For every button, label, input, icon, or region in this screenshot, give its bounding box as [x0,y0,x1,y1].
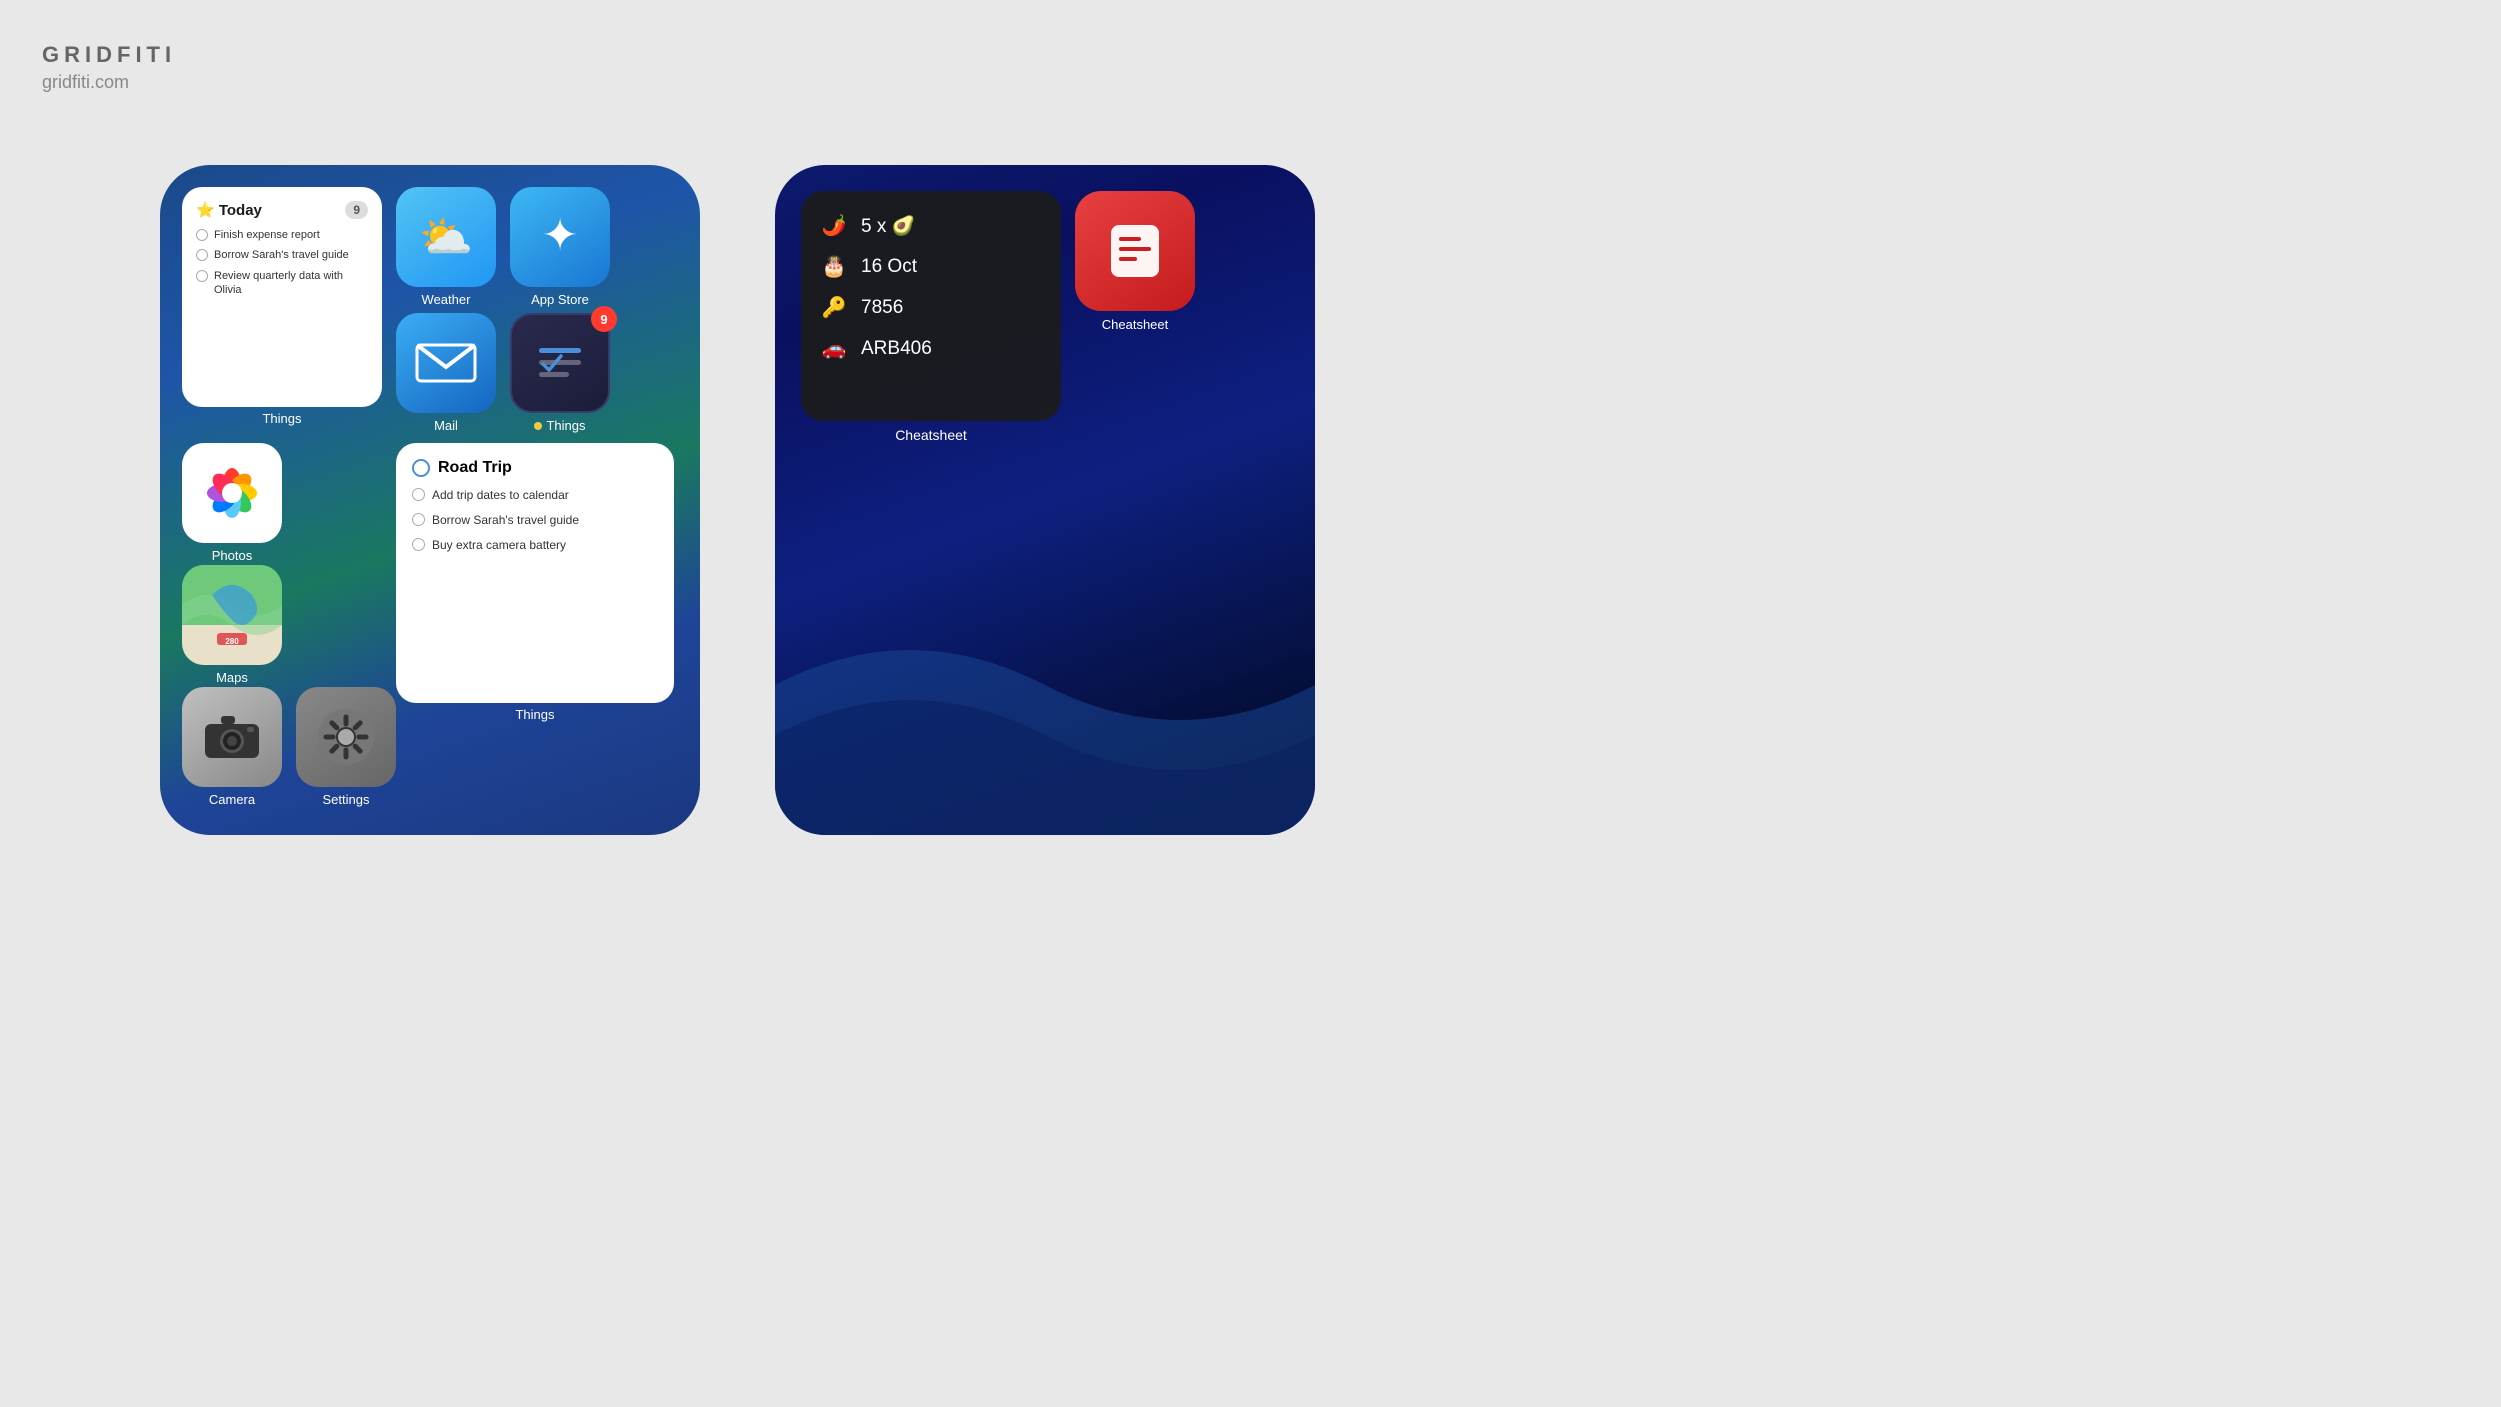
camera-app-cell[interactable]: Camera [182,687,282,807]
appstore-app-cell[interactable]: ✦ App Store [510,187,610,307]
maps-app-cell[interactable]: 280 Maps [182,565,282,685]
decorative-wave [775,535,1315,835]
weather-app-cell[interactable]: ⛅ Weather [396,187,496,307]
mail-app-cell[interactable]: Mail [396,313,496,433]
photos-icon [182,443,282,543]
cheatsheet-app-cell[interactable]: Cheatsheet [1075,191,1195,332]
things-widget-label: Things [182,411,382,426]
weather-icon: ⛅ [396,187,496,287]
road-trip-widget-label: Things [396,707,674,722]
settings-icon [296,687,396,787]
mail-icon [396,313,496,413]
maps-icon: 280 [182,565,282,665]
things-today-widget: ⭐ Today 9 Finish expense report Borrow S… [182,187,382,407]
camera-icon [182,687,282,787]
brand-area: GRIDFITI gridfiti.com [42,42,176,93]
cheatsheet-dark-widget: 🌶️ 5 x 🥑 🎂 16 Oct 🔑 7856 🚗 ARB406 [801,191,1061,421]
cheatsheet-app-icon [1075,191,1195,311]
right-phone-screen: 🌶️ 5 x 🥑 🎂 16 Oct 🔑 7856 🚗 ARB406 Cheats… [775,165,1315,835]
svg-text:280: 280 [225,637,239,646]
brand-url: gridfiti.com [42,72,176,93]
settings-app-cell[interactable]: Settings [296,687,396,807]
appstore-icon: ✦ [510,187,610,287]
photos-app-cell[interactable]: Photos [182,443,282,563]
road-trip-widget: Road Trip Add trip dates to calendar Bor… [396,443,674,703]
things-app-cell[interactable]: 9 Things [510,313,610,433]
brand-title: GRIDFITI [42,42,176,68]
things-app-badge: 9 [591,306,617,332]
left-phone-screen: ⭐ Today 9 Finish expense report Borrow S… [160,165,700,835]
svg-text:✦: ✦ [542,211,579,260]
cheatsheet-widget-label: Cheatsheet [801,427,1061,443]
